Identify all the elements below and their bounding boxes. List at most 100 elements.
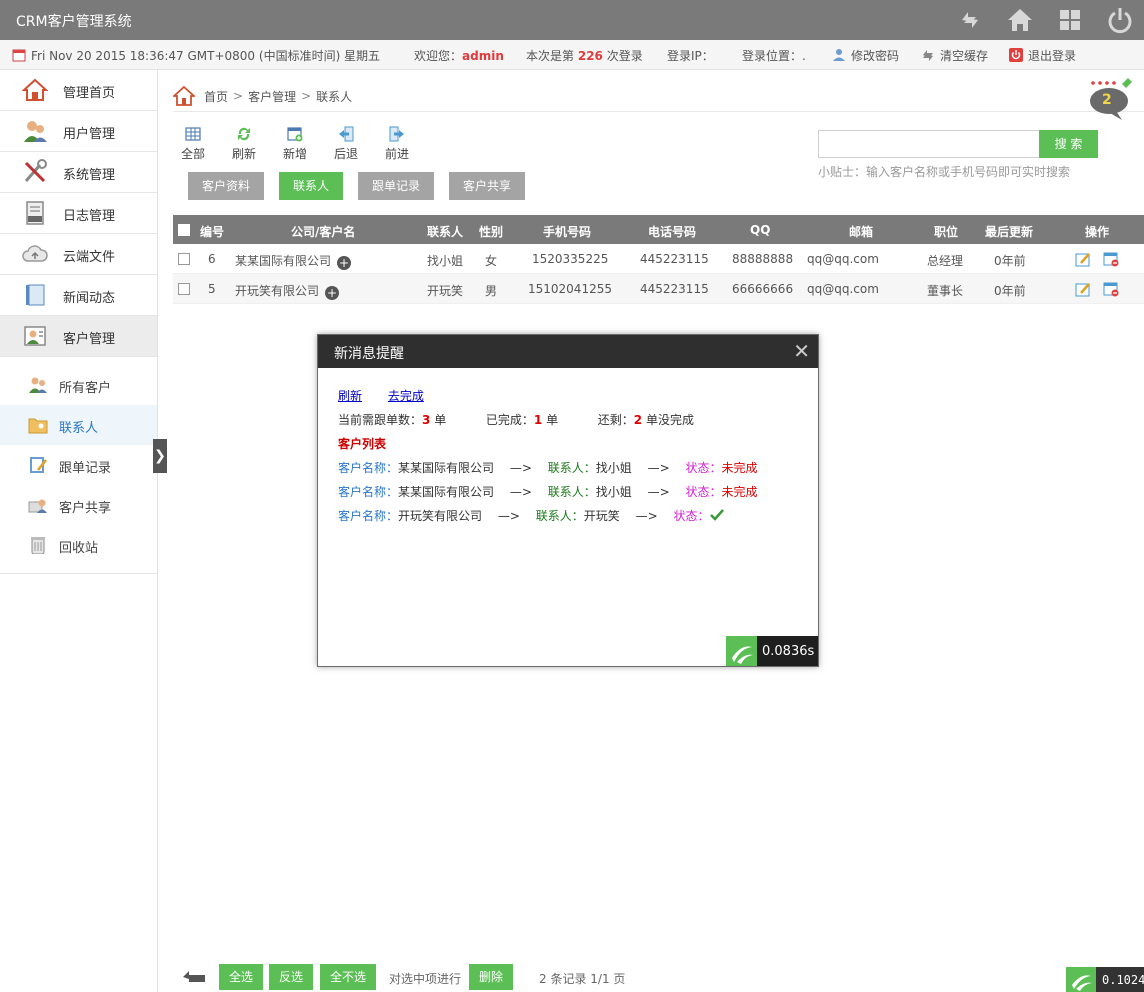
tab-share[interactable]: 客户共享: [449, 172, 526, 200]
checkmark-icon: [709, 509, 724, 521]
refresh-icon: [238, 127, 250, 141]
tab-customer-info[interactable]: 客户资料: [188, 172, 265, 200]
home-icon[interactable]: [173, 85, 195, 107]
users-icon: [24, 121, 47, 142]
sidebar-sub-share[interactable]: 客户共享: [0, 485, 157, 525]
select-all-button[interactable]: 全选: [219, 964, 264, 990]
datetime: Fri Nov 20 2015 18:36:47 GMT+0800 (中国标准时…: [12, 47, 380, 64]
row-checkbox[interactable]: [178, 253, 190, 265]
dialog-list-item: 客户名称：某某国际有限公司 —> 联系人：找小姐 —> 状态：未完成: [338, 485, 758, 499]
sidebar-collapse-toggle[interactable]: ❯: [153, 439, 167, 473]
sync-icon[interactable]: [956, 6, 984, 34]
delete-icon[interactable]: [1103, 251, 1119, 267]
dialog-complete-link[interactable]: 去完成: [388, 389, 424, 403]
cell-position: 总经理: [927, 254, 964, 268]
header-gender: 性别: [479, 225, 504, 239]
clear-cache-link[interactable]: 清空缓存: [921, 47, 988, 64]
sidebar-item-cloud[interactable]: 云端文件: [0, 234, 157, 275]
table-row[interactable]: 5 开玩笑有限公司 + 开玩笑 男 15102041255 445223115 6…: [173, 274, 1144, 304]
sidebar-item-customers[interactable]: 客户管理: [0, 316, 157, 357]
sidebar-sub-followup[interactable]: 跟单记录: [0, 445, 157, 485]
cell-id: 6: [208, 252, 216, 266]
top-icons: [956, 6, 1134, 34]
bottom-bar: 全选 反选 全不选 对选中项进行 删除 2 条记录 1/1 页: [173, 963, 1144, 992]
breadcrumb-customers[interactable]: 客户管理: [248, 88, 296, 105]
cell-phone: 445223115: [640, 252, 709, 266]
username: admin: [462, 49, 504, 63]
sidebar-item-logs[interactable]: 日志管理: [0, 193, 157, 234]
trash-icon: [31, 537, 45, 554]
expand-plus-icon[interactable]: +: [325, 286, 340, 300]
timer-logo-icon: [1066, 967, 1096, 992]
delete-selected-button[interactable]: 删除: [469, 964, 514, 990]
page-timer: 0.1024: [1066, 967, 1144, 992]
select-none-button[interactable]: 全不选: [320, 964, 377, 990]
edit-icon[interactable]: [1075, 281, 1091, 297]
dialog-stats: 当前需跟单数：3 单 已完成：1 单 还剩：2 单没完成: [338, 413, 694, 427]
sidebar-item-system[interactable]: 系统管理: [0, 152, 157, 193]
search-tip: 小贴士：输入客户名称或手机号码即可实时搜索: [818, 165, 1071, 179]
contacts-table: 编号 公司/客户名 联系人 性别 手机号码 电话号码 QQ 邮箱 职位 最后更新…: [173, 215, 1144, 304]
dialog-title: 新消息提醒: [334, 346, 404, 362]
search-button[interactable]: 搜 索: [1039, 130, 1098, 158]
cell-qq: 66666666: [732, 282, 794, 296]
select-all-checkbox[interactable]: [178, 224, 190, 236]
add-window-icon: [287, 127, 303, 142]
sidebar-sub-contacts[interactable]: 联系人: [0, 405, 157, 445]
cell-id: 5: [208, 282, 216, 296]
invert-selection-button[interactable]: 反选: [269, 964, 314, 990]
power-icon[interactable]: [1106, 6, 1134, 34]
toolbar: 全部 刷新 新增 后退 前进: [178, 126, 412, 162]
breadcrumb-divider: [173, 111, 1144, 112]
calendar-icon: [12, 49, 26, 62]
section-tabs: 客户资料 联系人 跟单记录 客户共享: [188, 172, 526, 200]
home-icon[interactable]: [1006, 6, 1034, 34]
toolbar-back-button[interactable]: 后退: [331, 126, 361, 162]
tab-contacts[interactable]: 联系人: [279, 172, 344, 200]
customer-submenu: 所有客户 联系人 跟单记录 客户共享 回收站: [0, 357, 157, 574]
cell-phone: 445223115: [640, 282, 709, 296]
sidebar-item-news[interactable]: 新闻动态: [0, 275, 157, 316]
sidebar-sub-recycle[interactable]: 回收站: [0, 525, 157, 565]
message-count: 2: [1102, 92, 1112, 108]
share-users-icon: [28, 499, 47, 513]
folder-user-icon: [28, 418, 48, 434]
header-qq: QQ: [750, 223, 771, 237]
table-row[interactable]: 6 某某国际有限公司 + 找小姐 女 1520335225 445223115 8…: [173, 244, 1144, 274]
toolbar-forward-button[interactable]: 前进: [382, 126, 412, 162]
grid-icon[interactable]: [1056, 6, 1084, 34]
cell-mobile: 1520335225: [532, 252, 609, 266]
cell-qq: 88888888: [732, 252, 794, 266]
breadcrumb-home[interactable]: 首页: [204, 88, 228, 105]
toolbar-all-button[interactable]: 全部: [178, 126, 208, 162]
sidebar-item-users[interactable]: 用户管理: [0, 111, 157, 152]
toolbar-add-button[interactable]: 新增: [280, 126, 310, 162]
tab-followup[interactable]: 跟单记录: [358, 172, 435, 200]
dialog-list-item: 客户名称：某某国际有限公司 —> 联系人：找小姐 —> 状态：未完成: [338, 461, 758, 475]
logout-link[interactable]: 退出登录: [1009, 47, 1076, 64]
toolbar-refresh-button[interactable]: 刷新: [229, 126, 259, 162]
sidebar-sub-all-customers[interactable]: 所有客户: [0, 365, 157, 405]
close-icon[interactable]: ✕: [793, 339, 810, 363]
edit-icon[interactable]: [1075, 251, 1091, 267]
breadcrumb: 首页 > 客户管理 > 联系人: [173, 84, 352, 108]
message-badge[interactable]: 2: [1088, 76, 1138, 122]
row-checkbox[interactable]: [178, 283, 190, 295]
delete-icon[interactable]: [1103, 281, 1119, 297]
cell-updated: 0年前: [994, 254, 1026, 268]
status-incomplete: 未完成: [721, 461, 758, 475]
cell-contact: 开玩笑: [427, 284, 464, 298]
sidebar-item-home[interactable]: 管理首页: [0, 70, 157, 111]
dialog-refresh-link[interactable]: 刷新: [338, 389, 362, 403]
cell-company: 某某国际有限公司 +: [235, 254, 352, 270]
search-input[interactable]: [818, 130, 1040, 158]
table-icon: [185, 127, 201, 141]
refresh-icon: [923, 50, 933, 61]
back-icon: [339, 126, 354, 142]
header-mobile: 手机号码: [543, 225, 592, 239]
notepad-icon: [30, 457, 47, 473]
expand-plus-icon[interactable]: +: [337, 256, 352, 270]
header-actions: 操作: [1085, 225, 1110, 239]
customer-card-icon: [24, 326, 46, 346]
change-password-link[interactable]: 修改密码: [832, 47, 899, 64]
